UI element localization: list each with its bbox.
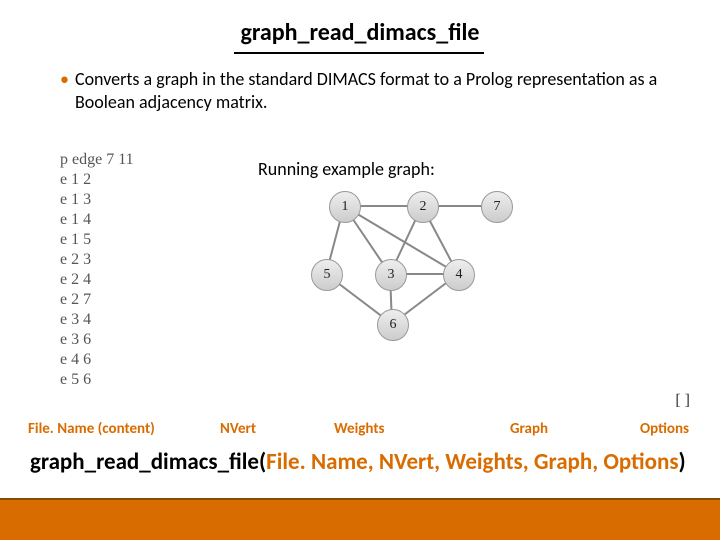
bullet-text: Converts a graph in the standard DIMACS … xyxy=(75,68,680,114)
graph-node-4: 4 xyxy=(443,259,475,291)
sig-prefix: graph_read_dimacs_file( xyxy=(30,448,266,476)
bullet-icon: • xyxy=(60,68,69,90)
graph-node-6: 6 xyxy=(377,309,409,341)
graph-node-7: 7 xyxy=(481,191,513,223)
footer-bar xyxy=(0,500,720,540)
empty-list-literal: [ ] xyxy=(675,392,690,410)
graph-node-2: 2 xyxy=(407,191,439,223)
graph-node-5: 5 xyxy=(311,259,343,291)
sig-suffix: ) xyxy=(679,448,686,476)
graph-node-3: 3 xyxy=(375,259,407,291)
slide-title: graph_read_dimacs_file xyxy=(0,18,720,47)
sig-args: File. Name, NVert, Weights, Graph, Optio… xyxy=(266,448,678,476)
label-graph: Graph xyxy=(510,420,548,438)
predicate-signature: graph_read_dimacs_file(File. Name, NVert… xyxy=(30,448,686,476)
example-graph: 1 2 7 5 3 4 6 xyxy=(252,186,542,366)
label-weights: Weights xyxy=(334,420,385,438)
dimacs-listing: p edge 7 11 e 1 2 e 1 3 e 1 4 e 1 5 e 2 … xyxy=(60,150,134,390)
running-example-label: Running example graph: xyxy=(258,158,435,180)
graph-node-1: 1 xyxy=(329,191,361,223)
label-nvert: NVert xyxy=(220,420,256,438)
slide: graph_read_dimacs_file • Converts a grap… xyxy=(0,0,720,540)
label-options: Options xyxy=(640,420,689,438)
label-filename: File. Name (content) xyxy=(28,420,155,438)
title-underline xyxy=(234,52,484,54)
bullet-item: • Converts a graph in the standard DIMAC… xyxy=(60,68,680,114)
